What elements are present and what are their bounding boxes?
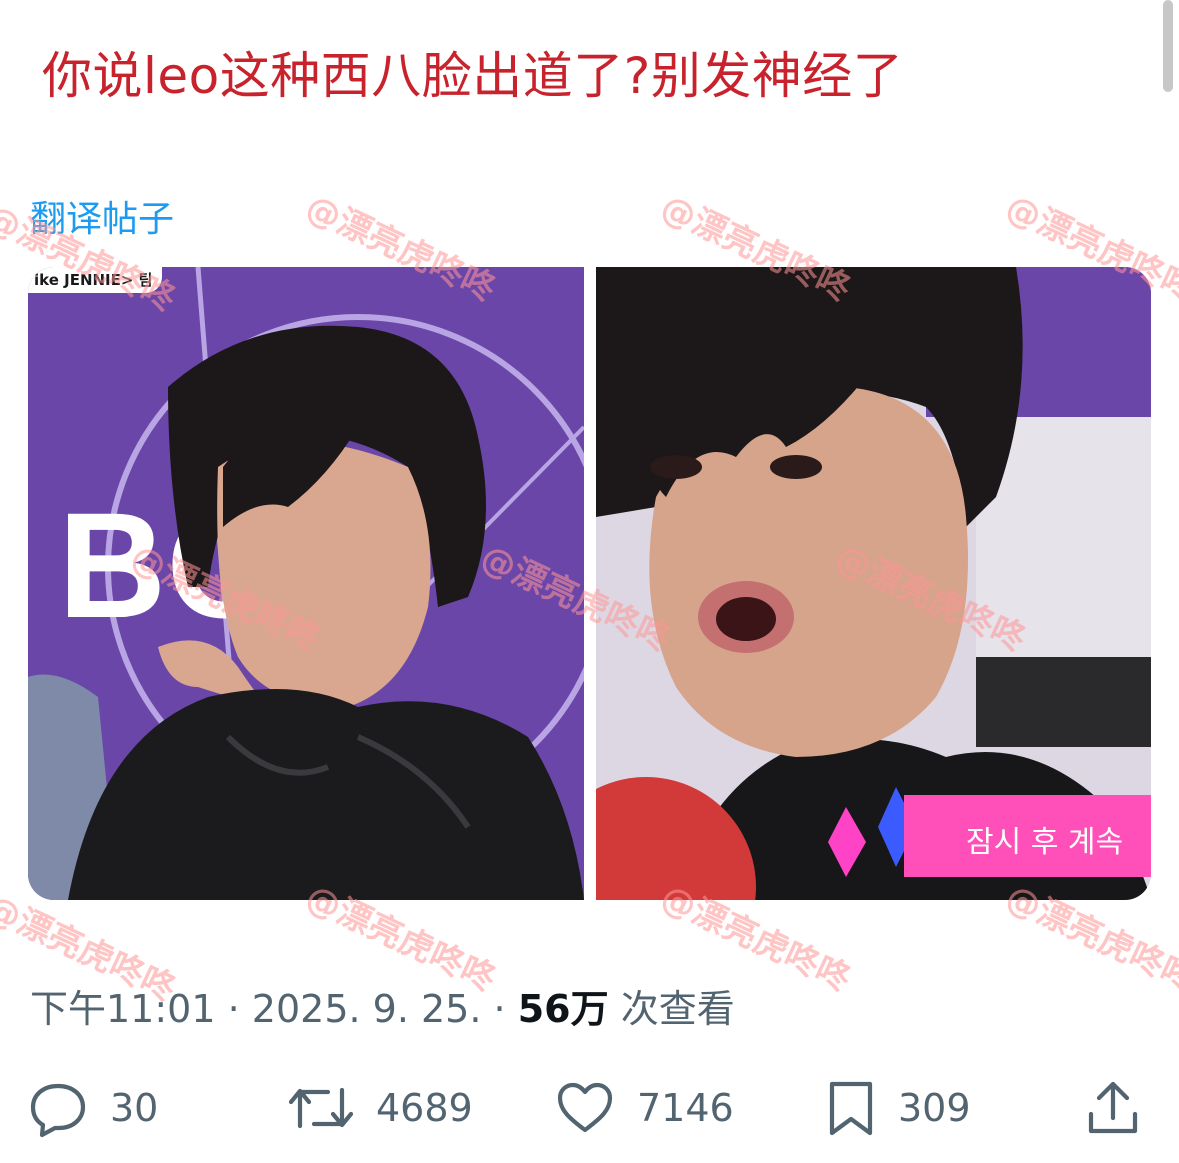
share-icon [1085,1078,1141,1138]
broadcast-banner-text: 잠시 후 계속 [966,825,1124,860]
repost-icon [288,1078,354,1138]
post-metadata: 下午11:01 · 2025. 9. 25. · 56万 次查看 [30,978,735,1033]
reply-count: 30 [110,1086,159,1130]
views-label: 次查看 [620,987,735,1031]
bookmark-button[interactable]: 309 [826,1076,971,1140]
views-count: 56万 [517,987,609,1031]
separator-dot: · [227,987,240,1031]
photo-caption-tag: ike JENNIE> 팀 [28,267,163,293]
like-button[interactable]: 7146 [555,1076,734,1140]
photo-left-illustration: BO S [28,267,584,900]
scrollbar[interactable] [1163,0,1173,92]
like-count: 7146 [637,1086,734,1130]
heart-icon [555,1078,615,1138]
separator-dot: · [493,987,506,1031]
repost-button[interactable]: 4689 [288,1076,473,1140]
reply-button[interactable]: 30 [28,1076,158,1140]
post-date: 2025. 9. 25. [251,987,482,1031]
bookmark-icon [826,1078,876,1138]
post-text: 你说leo这种西八脸出道了?别发神经了 [42,47,904,105]
reply-icon [28,1078,88,1138]
share-button[interactable] [1085,1076,1141,1140]
translate-post-link[interactable]: 翻译帖子 [30,190,174,242]
photo-left[interactable]: BO S ike JENNIE> 팀 [28,267,584,900]
repost-count: 4689 [376,1086,473,1130]
bookmark-count: 309 [898,1086,971,1130]
media-grid: BO S ike JENNIE> 팀 [28,267,1151,900]
photo-right[interactable]: 잠시 후 계속 [596,267,1151,900]
post-time: 下午11:01 [30,987,216,1031]
